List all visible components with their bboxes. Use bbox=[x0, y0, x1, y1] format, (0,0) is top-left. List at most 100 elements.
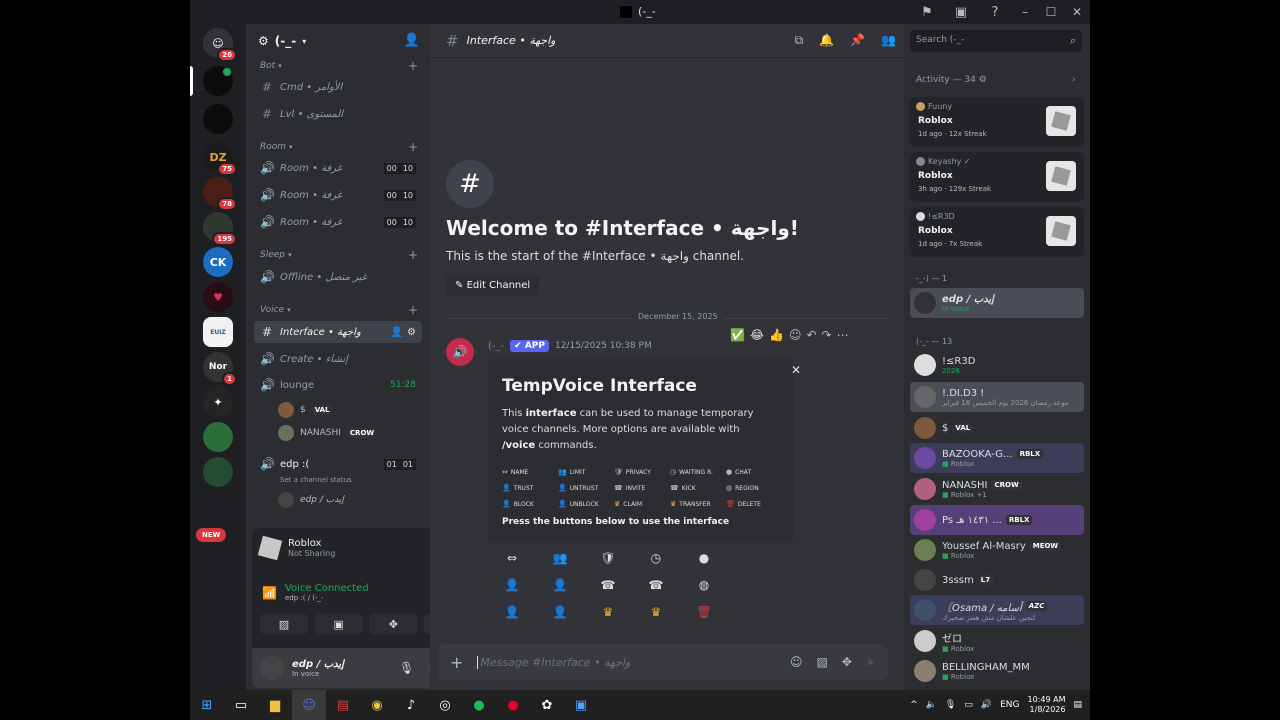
server-icon-ck[interactable]: CK bbox=[203, 247, 233, 277]
spotify-icon[interactable]: ● bbox=[462, 690, 496, 720]
member-item[interactable]: edp / إيدب In voice bbox=[910, 288, 1084, 318]
region-button[interactable]: ◍ bbox=[680, 574, 728, 596]
task-view-icon[interactable]: ▭ bbox=[224, 690, 258, 720]
category-bot[interactable]: Bot ▾ bbox=[260, 61, 282, 71]
gear-icon[interactable]: ⚙ bbox=[407, 327, 416, 338]
activity-card[interactable]: Keyashy ✓ Roblox 3h ago · 129x Streak bbox=[910, 152, 1084, 202]
channel-lvl[interactable]: # Lvl • المستوى bbox=[254, 103, 422, 125]
member-item[interactable]: NANASHI CROW ■ Roblox +1 bbox=[910, 474, 1084, 504]
guild-header[interactable]: ⚙ (-_- ▾ 👤 bbox=[246, 24, 430, 58]
channel-room-3[interactable]: 🔊 Room • غرفة 00 10 bbox=[254, 211, 422, 233]
sticker-icon[interactable]: ▨ bbox=[817, 655, 828, 669]
category-sleep[interactable]: Sleep ▾ bbox=[260, 250, 292, 260]
transfer-button[interactable]: ♛ bbox=[632, 601, 680, 623]
screen-share-button[interactable]: ▣ bbox=[314, 614, 363, 634]
kick-button[interactable]: ☎ bbox=[632, 574, 680, 596]
member-item[interactable]: BAZOOKA-G... RBLX ■ Roblox bbox=[910, 443, 1084, 473]
server-icon-euiz[interactable]: EUIZ bbox=[203, 317, 233, 347]
camera-off-button[interactable]: ▨ bbox=[260, 614, 308, 634]
channel-room-2[interactable]: 🔊 Room • غرفة 00 10 bbox=[254, 184, 422, 206]
member-item[interactable]: $ VAL bbox=[910, 413, 1084, 443]
message-input[interactable]: Message #Interface • واجهة bbox=[477, 655, 776, 669]
forward-icon[interactable]: ↷ bbox=[822, 328, 832, 342]
close-icon[interactable]: ✕ bbox=[791, 363, 801, 377]
member-item[interactable]: Youssef Al-Masry MEOW ■ Roblox bbox=[910, 535, 1084, 565]
member-item[interactable]: 〖Osama / أسامه AZC لتجين علشان مش هعتز صحي… bbox=[910, 595, 1084, 625]
voice-user[interactable]: NANASHI CROW bbox=[278, 424, 378, 442]
server-icon-10[interactable]: ✦ bbox=[203, 387, 233, 417]
server-icon-12[interactable] bbox=[203, 457, 233, 487]
reaction-laugh[interactable]: 😂 bbox=[750, 328, 764, 342]
claim-button[interactable]: ♛ bbox=[584, 601, 632, 623]
server-icon-nor[interactable]: Nor 1 bbox=[203, 352, 237, 386]
privacy-button[interactable]: 🛡 bbox=[584, 547, 632, 569]
channel-room-1[interactable]: 🔊 Room • غرفة 00 10 bbox=[254, 157, 422, 179]
bot-avatar[interactable]: 🔊 bbox=[446, 338, 474, 366]
voice-channel-path[interactable]: edp :( / (-_- bbox=[285, 594, 369, 602]
mic-icon[interactable]: 🎙 bbox=[945, 700, 956, 710]
member-item[interactable]: Ps ١٤٣١ هـ ... RBLX bbox=[910, 505, 1084, 535]
delete-button[interactable]: 🗑 bbox=[680, 601, 728, 623]
member-list-icon[interactable]: 👥 bbox=[881, 33, 896, 48]
edit-channel-button[interactable]: ✎ Edit Channel bbox=[446, 275, 540, 296]
flag-icon[interactable]: ⚑ bbox=[910, 0, 944, 24]
add-channel-icon[interactable]: + bbox=[408, 248, 418, 262]
activity-header[interactable]: Activity — 34 ⚙ › bbox=[916, 75, 1076, 85]
server-icon-1[interactable] bbox=[203, 66, 233, 96]
member-item[interactable]: !.DI.D3 ! موعد رمضان 2026 يوم الخميس 18 ف… bbox=[910, 382, 1084, 412]
app-icon[interactable]: ▤ bbox=[326, 690, 360, 720]
channel-offline[interactable]: 🔊 Offline • غير متصل bbox=[254, 266, 422, 288]
server-icon-7[interactable]: ♥ bbox=[203, 282, 233, 312]
help-icon[interactable]: ? bbox=[978, 0, 1012, 24]
invite-icon[interactable]: 👤 bbox=[391, 327, 403, 338]
network-icon[interactable]: ▭ bbox=[964, 700, 973, 710]
add-reaction-icon[interactable]: ☺ bbox=[789, 328, 802, 342]
plus-icon[interactable]: + bbox=[450, 653, 463, 672]
block-button[interactable]: 👤 bbox=[488, 601, 536, 623]
channel-create[interactable]: 🔊 Create • إنشاء bbox=[254, 348, 422, 370]
minimize-button[interactable]: – bbox=[1012, 0, 1038, 24]
channel-edp[interactable]: 🔊 edp :(01 01 bbox=[254, 453, 422, 475]
language-indicator[interactable]: ENG bbox=[1000, 700, 1019, 710]
member-item[interactable]: ゼロ ■ Roblox bbox=[910, 626, 1084, 656]
invite-button[interactable]: ☎ bbox=[584, 574, 632, 596]
reaction-check[interactable]: ✅ bbox=[730, 328, 745, 342]
windows-start-icon[interactable]: ⊞ bbox=[190, 690, 224, 720]
threads-icon[interactable]: ⧉ bbox=[795, 33, 804, 48]
channel-interface[interactable]: # Interface • واجهة 👤 ⚙ bbox=[254, 321, 422, 343]
server-icon-2[interactable] bbox=[203, 104, 233, 134]
tiktok-icon[interactable]: ♪ bbox=[394, 690, 428, 720]
bell-icon[interactable]: 🔔 bbox=[819, 33, 834, 48]
voice-user[interactable]: $ VAL bbox=[278, 401, 333, 419]
direct-messages-icon[interactable]: ☺ 26 bbox=[203, 28, 237, 62]
server-icon-dz[interactable]: DZ 75 bbox=[203, 142, 237, 176]
activities-button[interactable]: ✥ bbox=[369, 614, 418, 634]
pinterest-icon[interactable]: ● bbox=[496, 690, 530, 720]
member-item[interactable]: 3sssm L7 bbox=[910, 565, 1084, 595]
name-button[interactable]: ⇔ bbox=[488, 547, 536, 569]
volume-icon[interactable]: 🔈 bbox=[926, 700, 937, 710]
activity-card[interactable]: !≤R3D Roblox 1d ago · 7x Streak bbox=[910, 207, 1084, 257]
category-voice[interactable]: Voice ▾ bbox=[260, 305, 291, 315]
unblock-button[interactable]: 👤 bbox=[536, 601, 584, 623]
server-icon-5[interactable]: 195 bbox=[203, 212, 237, 246]
activity-card[interactable]: Fuuny Roblox 1d ago · 12x Streak bbox=[910, 97, 1084, 147]
invite-people-icon[interactable]: 👤 bbox=[404, 33, 420, 48]
pin-icon[interactable]: 📌 bbox=[850, 33, 865, 48]
server-icon-4[interactable]: 78 bbox=[203, 177, 237, 211]
channel-lounge[interactable]: 🔊 lounge 51:28 bbox=[254, 374, 422, 396]
volume-icon[interactable]: 🔊 bbox=[981, 700, 992, 710]
username[interactable]: edp / إيدب bbox=[292, 659, 344, 670]
chrome-icon[interactable]: ◉ bbox=[360, 690, 394, 720]
member-item[interactable]: BELLINGHAM_MM ■ Roblox bbox=[910, 656, 1084, 686]
untrust-button[interactable]: 👤 bbox=[536, 574, 584, 596]
reaction-thumbs[interactable]: 👍 bbox=[769, 328, 784, 342]
add-channel-icon[interactable]: + bbox=[408, 303, 418, 317]
add-channel-icon[interactable]: + bbox=[408, 140, 418, 154]
reply-icon[interactable]: ↶ bbox=[806, 328, 816, 342]
voice-user[interactable]: edp / إيدب bbox=[278, 491, 344, 509]
maximize-button[interactable]: ☐ bbox=[1038, 0, 1064, 24]
trust-button[interactable]: 👤 bbox=[488, 574, 536, 596]
message-author[interactable]: (-_- bbox=[488, 341, 504, 352]
waiting-room-button[interactable]: ◷ bbox=[632, 547, 680, 569]
